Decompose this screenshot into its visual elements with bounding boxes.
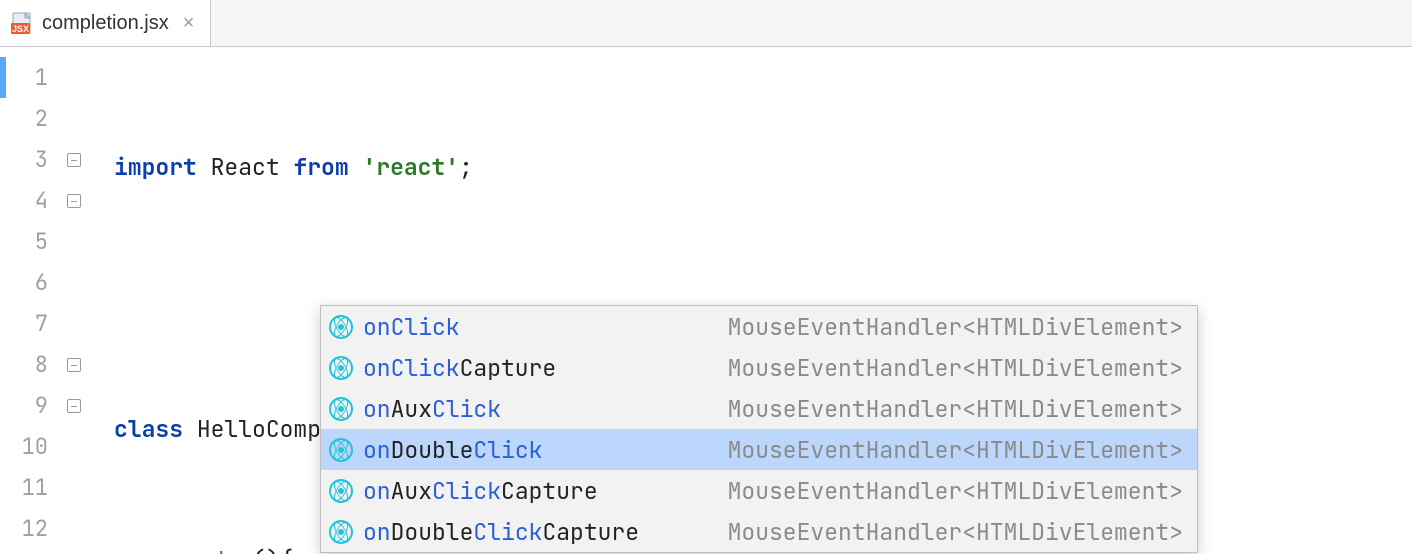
fold-toggle-icon[interactable] — [67, 358, 81, 372]
svg-text:JSX: JSX — [12, 24, 29, 34]
completion-type: MouseEventHandler<HTMLDivElement> — [728, 312, 1183, 342]
code-completion-popup[interactable]: onClick MouseEventHandler<HTMLDivElement>… — [320, 305, 1198, 553]
fold-toggle-icon[interactable] — [67, 399, 81, 413]
tab-filename: completion.jsx — [42, 12, 169, 35]
fold-toggle-icon[interactable] — [67, 153, 81, 167]
line-number: 1 — [0, 57, 60, 98]
completion-type: MouseEventHandler<HTMLDivElement> — [728, 435, 1183, 465]
current-line-marker — [0, 57, 6, 98]
line-number: 11 — [0, 467, 60, 508]
react-atom-icon — [329, 520, 353, 544]
completion-label: onDoubleClickCapture — [363, 517, 639, 547]
completion-item[interactable]: onClick MouseEventHandler<HTMLDivElement> — [321, 306, 1197, 347]
line-number: 8 — [0, 344, 60, 385]
completion-label: onAuxClickCapture — [363, 476, 598, 506]
completion-label: onClick — [363, 312, 460, 342]
editor-tab-completion[interactable]: JSX completion.jsx × — [0, 0, 211, 46]
completion-item[interactable]: onClickCapture MouseEventHandler<HTMLDivE… — [321, 347, 1197, 388]
fold-gutter — [60, 47, 88, 550]
line-number: 9 — [0, 385, 60, 426]
completion-item[interactable]: onDoubleClickCapture MouseEventHandler<HT… — [321, 511, 1197, 552]
code-editor[interactable]: 1 2 3 4 5 6 7 8 9 10 11 12 import React … — [0, 47, 1412, 550]
react-atom-icon — [329, 315, 353, 339]
tab-bar: JSX completion.jsx × — [0, 0, 1412, 47]
react-atom-icon — [329, 479, 353, 503]
code-line[interactable]: import React from 'react'; — [88, 147, 1412, 188]
completion-type: MouseEventHandler<HTMLDivElement> — [728, 394, 1183, 424]
completion-label: onClickCapture — [363, 353, 556, 383]
line-number: 4 — [0, 180, 60, 221]
line-number: 6 — [0, 262, 60, 303]
completion-item[interactable]: onAuxClick MouseEventHandler<HTMLDivEleme… — [321, 388, 1197, 429]
completion-item[interactable]: onAuxClickCapture MouseEventHandler<HTMLD… — [321, 470, 1197, 511]
fold-toggle-icon[interactable] — [67, 194, 81, 208]
completion-label: onDoubleClick — [363, 435, 542, 465]
completion-type: MouseEventHandler<HTMLDivElement> — [728, 517, 1183, 547]
line-number: 10 — [0, 426, 60, 467]
react-atom-icon — [329, 438, 353, 462]
completion-label: onAuxClick — [363, 394, 501, 424]
line-number: 5 — [0, 221, 60, 262]
line-number: 2 — [0, 98, 60, 139]
completion-type: MouseEventHandler<HTMLDivElement> — [728, 353, 1183, 383]
line-number: 12 — [0, 508, 60, 549]
completion-type: MouseEventHandler<HTMLDivElement> — [728, 476, 1183, 506]
line-number: 3 — [0, 139, 60, 180]
react-atom-icon — [329, 356, 353, 380]
react-atom-icon — [329, 397, 353, 421]
close-tab-icon[interactable]: × — [183, 12, 195, 35]
line-number-gutter: 1 2 3 4 5 6 7 8 9 10 11 12 — [0, 47, 60, 550]
completion-item[interactable]: onDoubleClick MouseEventHandler<HTMLDivEl… — [321, 429, 1197, 470]
line-number: 7 — [0, 303, 60, 344]
jsx-file-icon: JSX — [10, 11, 34, 35]
